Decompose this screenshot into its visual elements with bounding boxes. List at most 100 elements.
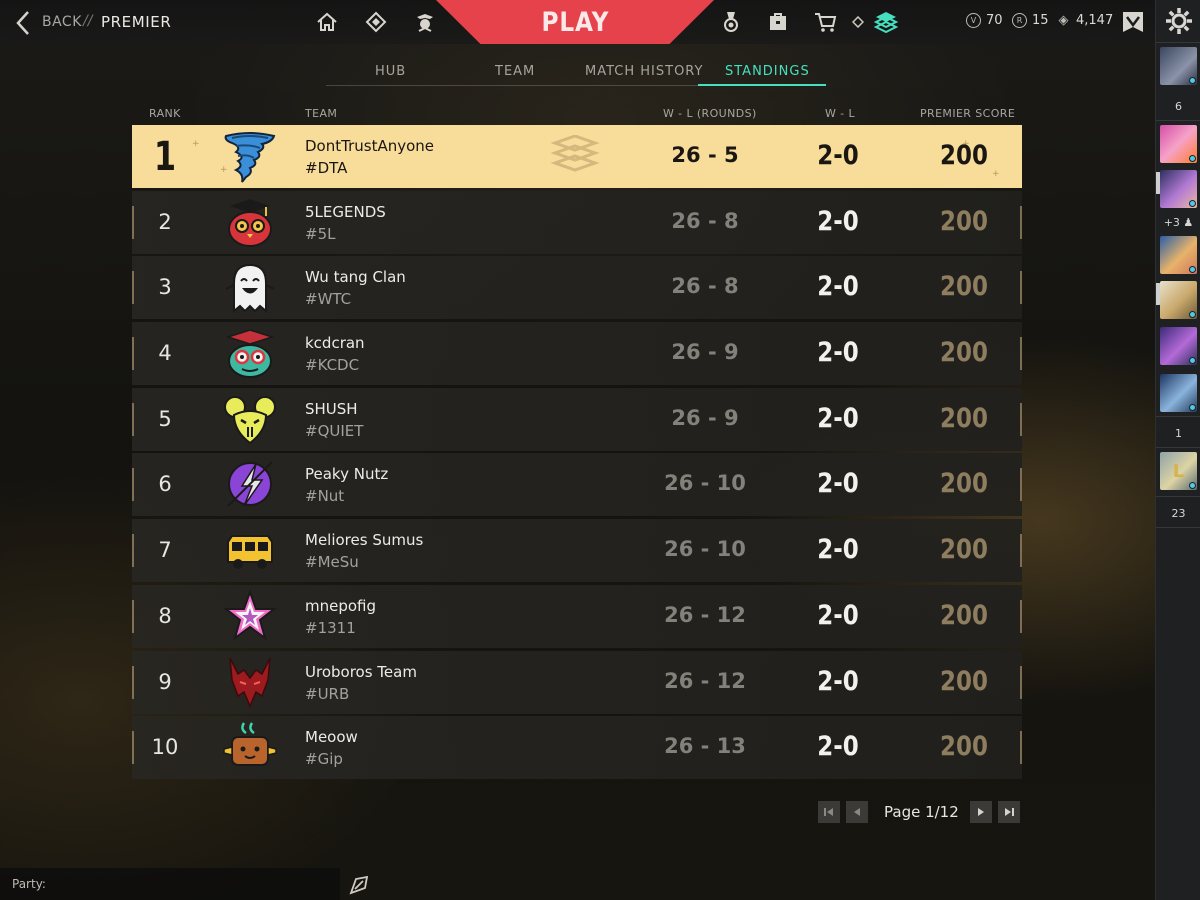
column-header-team: TEAM [305,107,338,120]
career-medal-icon[interactable] [719,10,743,34]
kingdom-credits-display[interactable]: ◈ 4,147 [1056,13,1114,28]
friend-avatar[interactable] [1160,281,1197,319]
rank-number: 9 [158,669,172,694]
store-cart-icon[interactable] [814,10,838,34]
play-button[interactable]: PLAY [436,0,714,44]
column-header-rank: RANK [149,107,181,120]
premier-score: 200 [940,665,988,697]
lightning-logo-icon [227,461,273,508]
friend-avatar[interactable] [1160,236,1197,274]
league-of-legends-icon[interactable]: L [1160,452,1197,490]
team-name: DontTrustAnyone [305,137,435,155]
social-panel: 6 +3 ♟ 1 L 23 [1155,0,1200,900]
tab-hub[interactable]: HUB [375,64,406,79]
back-button[interactable]: BACK [42,14,82,30]
team-name: Meliores Sumus [305,531,424,550]
back-chevron-icon[interactable] [12,9,34,37]
team-tag: #Nut [305,487,345,506]
valorant-points-display[interactable]: V 70 [966,13,1003,28]
table-row[interactable]: 6 Peaky Nutz #Nut 26 - 10 2-0 200 [132,453,1022,517]
party-invite-icon[interactable] [347,873,371,897]
agents-icon[interactable] [413,10,437,34]
friend-avatar[interactable] [1160,327,1197,365]
collection-locker-icon[interactable] [766,10,790,34]
tab-match-history[interactable]: MATCH HISTORY [585,64,703,79]
friend-group-count: 6 [1175,100,1182,113]
news-flag-icon[interactable] [1120,9,1146,35]
table-row[interactable]: 3 Wu tang Clan #WTC 26 - 8 2-0 200 [132,256,1022,320]
team-name: Uroboros Team [305,662,417,681]
first-page-button[interactable] [818,801,840,823]
tornado-logo-icon [224,132,276,183]
ghost-logo-icon [225,264,275,314]
table-row[interactable]: 7 Meliores Sumus #MeSu 26 - 10 2-0 200 [132,519,1022,583]
friend-avatar[interactable] [1160,374,1197,412]
table-row[interactable]: 8 mnepofig #1311 26 - 12 2-0 200 [132,584,1022,648]
team-name: Wu tang Clan [305,268,406,287]
radianite-value: 15 [1032,13,1049,28]
party-member-count-value: +3 [1163,216,1180,229]
table-row[interactable]: 9 Uroboros Team #URB 26 - 12 2-0 200 [132,650,1022,714]
play-button-label: PLAY [541,6,609,38]
next-page-button[interactable] [970,801,992,823]
win-loss-record: 2-0 [817,140,859,171]
demon-logo-icon [229,657,271,708]
panel-divider [1156,527,1200,528]
page-title: PREMIER [101,13,172,31]
rank-number: 1 [153,134,177,180]
party-label: Party: [12,877,46,891]
team-name: Peaky Nutz [305,465,389,484]
win-loss-record: 2-0 [817,534,859,566]
premier-score: 200 [940,337,988,369]
column-header-rounds: W - L (ROUNDS) [663,107,757,120]
standings-table: + + + + 1 DontTrustAnyone #DTA 26 - 5 2-… [132,125,1022,782]
rounds-record: 26 - 10 [664,537,746,562]
team-name: mnepofig [305,596,377,615]
rank-number: 6 [158,472,172,497]
friend-avatar[interactable] [1160,47,1197,85]
party-bar[interactable]: Party: [0,868,340,900]
tab-team[interactable]: TEAM [495,64,535,79]
table-row[interactable]: 5 SHUSH #QUIET 26 - 9 2-0 200 [132,387,1022,451]
previous-page-button[interactable] [846,801,868,823]
table-row[interactable]: 4 kcdcran #KCDC 26 - 9 2-0 200 [132,322,1022,386]
home-icon[interactable] [315,10,339,34]
kingdom-credits-icon: ◈ [1058,13,1069,28]
premier-rank-icon[interactable] [872,10,900,34]
team-tag: #MeSu [305,553,359,572]
radianite-display[interactable]: R 15 [1012,13,1049,28]
team-tag: #1311 [305,618,356,637]
rank-number: 3 [158,275,172,300]
column-header-wl: W - L [825,107,855,120]
settings-gear-icon[interactable] [1164,6,1194,36]
friend-avatar[interactable] [1160,170,1197,208]
graduate-cat-logo-icon [225,329,275,379]
rounds-record: 26 - 5 [671,143,739,167]
rounds-record: 26 - 8 [671,274,739,299]
rank-number: 4 [158,341,172,366]
next-page-icon [978,808,984,816]
kingdom-credits-value: 4,147 [1076,13,1114,28]
page-indicator: Page 1/12 [884,803,959,821]
table-row[interactable]: 10 Meoow #Gip 26 - 13 2-0 200 [132,716,1022,780]
tab-standings[interactable]: STANDINGS [725,64,810,79]
premier-score: 200 [940,468,988,500]
premier-score: 200 [940,271,988,303]
column-header-premier-score: PREMIER SCORE [920,107,1016,120]
win-loss-record: 2-0 [817,731,859,763]
team-tag: #QUIET [305,421,364,440]
rank-number: 10 [151,735,179,760]
previous-page-icon [854,808,860,816]
cat-toast-logo-icon [223,722,277,767]
friend-avatar[interactable] [1160,125,1197,163]
mouse-logo-icon [224,395,276,445]
team-name: kcdcran [305,334,365,353]
battlepass-icon[interactable] [364,10,388,34]
valorant-points-icon: V [966,13,981,28]
bus-logo-icon [227,535,273,570]
last-page-button[interactable] [998,801,1020,823]
premier-score: 200 [940,599,988,631]
table-row[interactable]: + + + + 1 DontTrustAnyone #DTA 26 - 5 2-… [132,125,1022,188]
table-row[interactable]: 2 5LEGENDS #5L 26 - 8 2-0 200 [132,190,1022,254]
team-tag: #URB [305,684,350,703]
